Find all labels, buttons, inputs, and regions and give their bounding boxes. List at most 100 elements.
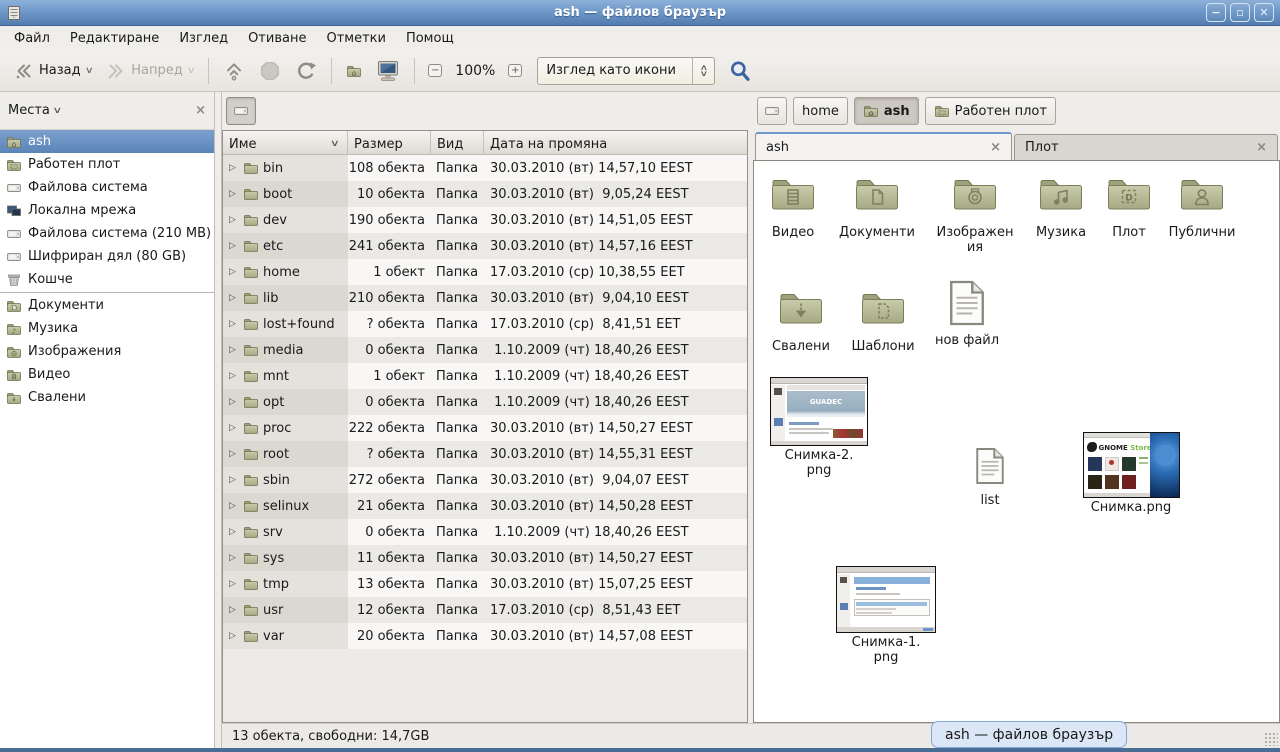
table-row[interactable]: ▷selinux21 обектаПапка30.03.2010 (вт) 14… bbox=[223, 493, 747, 519]
sidebar-item-music[interactable]: ♪ Музика bbox=[0, 317, 214, 340]
expander-icon[interactable]: ▷ bbox=[226, 501, 239, 511]
list-item[interactable]: Публични bbox=[1160, 171, 1244, 241]
table-row[interactable]: ▷tmp13 обектаПапка30.03.2010 (вт) 15,07,… bbox=[223, 571, 747, 597]
expander-icon[interactable]: ▷ bbox=[226, 267, 239, 277]
menu-edit[interactable]: Редактиране bbox=[60, 28, 169, 49]
expander-icon[interactable]: ▷ bbox=[226, 293, 239, 303]
table-row[interactable]: ▷lib210 обектаПапка30.03.2010 (вт) 9,04,… bbox=[223, 285, 747, 311]
sidebar-item-video[interactable]: Видео bbox=[0, 363, 214, 386]
expander-icon[interactable]: ▷ bbox=[226, 579, 239, 589]
resize-grip[interactable] bbox=[1264, 732, 1278, 746]
table-row[interactable]: ▷var20 обектаПапка30.03.2010 (вт) 14,57,… bbox=[223, 623, 747, 649]
sidebar-item-encrypted-80gb[interactable]: Шифриран дял (80 GB) bbox=[0, 245, 214, 268]
tab-plot[interactable]: Плот × bbox=[1014, 134, 1278, 160]
list-item[interactable]: Шаблони bbox=[841, 285, 925, 355]
reload-button[interactable] bbox=[289, 56, 323, 86]
list-item[interactable]: D Плот bbox=[1087, 171, 1171, 241]
table-row[interactable]: ▷lost+found? обектаПапка17.03.2010 (ср) … bbox=[223, 311, 747, 337]
table-row[interactable]: ▷home1 обектПапка17.03.2010 (ср) 10,38,5… bbox=[223, 259, 747, 285]
view-mode-select[interactable]: Изглед като икони ∧∨ bbox=[537, 57, 715, 85]
forward-history-dropdown[interactable]: ∨ bbox=[186, 66, 195, 76]
list-item[interactable]: Изображения bbox=[935, 171, 1015, 256]
root-location-button[interactable] bbox=[226, 97, 256, 125]
expander-icon[interactable]: ▷ bbox=[226, 345, 239, 355]
breadcrumb-home-button[interactable]: home bbox=[793, 97, 848, 125]
table-row[interactable]: ▷etc241 обектаПапка30.03.2010 (вт) 14,57… bbox=[223, 233, 747, 259]
table-row[interactable]: ▷opt0 обектаПапка 1.10.2009 (чт) 18,40,2… bbox=[223, 389, 747, 415]
search-button[interactable] bbox=[723, 55, 757, 87]
column-header-date[interactable]: Дата на промяна bbox=[484, 131, 747, 154]
menu-help[interactable]: Помощ bbox=[396, 28, 464, 49]
menu-view[interactable]: Изглед bbox=[169, 28, 238, 49]
expander-icon[interactable]: ▷ bbox=[226, 163, 239, 173]
expander-icon[interactable]: ▷ bbox=[226, 423, 239, 433]
tab-ash[interactable]: ash × bbox=[755, 132, 1012, 160]
list-item[interactable]: GUADEC Снимка-2.png bbox=[767, 377, 871, 479]
sidebar-mode-selector[interactable]: Места ∨ bbox=[8, 103, 61, 118]
tab-close-icon[interactable]: × bbox=[1256, 140, 1267, 155]
list-item[interactable]: Свалени bbox=[759, 285, 843, 355]
sidebar-item-network[interactable]: Локална мрежа bbox=[0, 199, 214, 222]
back-button[interactable]: Назад ∨ bbox=[8, 57, 98, 85]
column-header-type[interactable]: Вид bbox=[431, 131, 484, 154]
column-header-size[interactable]: Размер bbox=[348, 131, 431, 154]
back-history-dropdown[interactable]: ∨ bbox=[84, 66, 93, 76]
home-button[interactable]: ⌂ bbox=[340, 59, 368, 83]
table-row[interactable]: ▷mnt1 обектПапка 1.10.2009 (чт) 18,40,26… bbox=[223, 363, 747, 389]
expander-icon[interactable]: ▷ bbox=[226, 475, 239, 485]
zoom-out-button[interactable]: − bbox=[423, 59, 447, 83]
sidebar-item-desktop[interactable]: Работен плот bbox=[0, 153, 214, 176]
tab-close-icon[interactable]: × bbox=[990, 140, 1001, 155]
column-header-name[interactable]: Име ∨ bbox=[223, 131, 348, 154]
table-row[interactable]: ▷media0 обектаПапка 1.10.2009 (чт) 18,40… bbox=[223, 337, 747, 363]
sidebar-item-home[interactable]: ⌂ ash bbox=[0, 130, 214, 153]
menu-file[interactable]: Файл bbox=[4, 28, 60, 49]
table-row[interactable]: ▷dev190 обектаПапка30.03.2010 (вт) 14,51… bbox=[223, 207, 747, 233]
sidebar-item-filesystem[interactable]: Файлова система bbox=[0, 176, 214, 199]
table-row[interactable]: ▷boot10 обектаПапка30.03.2010 (вт) 9,05,… bbox=[223, 181, 747, 207]
breadcrumb-desktop-button[interactable]: Работен плот bbox=[925, 97, 1056, 125]
expander-icon[interactable]: ▷ bbox=[226, 241, 239, 251]
table-row[interactable]: ▷usr12 обектаПапка17.03.2010 (ср) 8,51,4… bbox=[223, 597, 747, 623]
list-item[interactable]: нов файл bbox=[925, 279, 1009, 349]
expander-icon[interactable]: ▷ bbox=[226, 631, 239, 641]
expander-icon[interactable]: ▷ bbox=[226, 371, 239, 381]
list-item[interactable]: Снимка-1.png bbox=[834, 566, 938, 666]
list-item[interactable]: GNOME Store bbox=[1081, 432, 1181, 516]
list-item[interactable]: list bbox=[950, 445, 1030, 509]
table-row[interactable]: ▷bin108 обектаПапка30.03.2010 (вт) 14,57… bbox=[223, 155, 747, 181]
expander-icon[interactable]: ▷ bbox=[226, 215, 239, 225]
table-row[interactable]: ▷proc222 обектаПапка30.03.2010 (вт) 14,5… bbox=[223, 415, 747, 441]
list-item[interactable]: Документи bbox=[835, 171, 919, 241]
expander-icon[interactable]: ▷ bbox=[226, 449, 239, 459]
expander-icon[interactable]: ▷ bbox=[226, 527, 239, 537]
minimize-button[interactable]: − bbox=[1206, 3, 1226, 22]
sidebar-item-images[interactable]: Изображения bbox=[0, 340, 214, 363]
menu-bookmarks[interactable]: Отметки bbox=[316, 28, 395, 49]
sidebar-item-downloads[interactable]: Свалени bbox=[0, 386, 214, 409]
up-button[interactable] bbox=[217, 56, 251, 86]
menu-go[interactable]: Отиване bbox=[238, 28, 316, 49]
sidebar-item-documents[interactable]: Документи bbox=[0, 294, 214, 317]
table-row[interactable]: ▷root? обектаПапка30.03.2010 (вт) 14,55,… bbox=[223, 441, 747, 467]
sidebar-item-volume-210mb[interactable]: Файлова система (210 MB) bbox=[0, 222, 214, 245]
table-row[interactable]: ▷srv0 обектаПапка 1.10.2009 (чт) 18,40,2… bbox=[223, 519, 747, 545]
expander-icon[interactable]: ▷ bbox=[226, 189, 239, 199]
forward-button[interactable]: Напред ∨ bbox=[100, 57, 200, 85]
close-button[interactable]: ✕ bbox=[1254, 3, 1274, 22]
expander-icon[interactable]: ▷ bbox=[226, 553, 239, 563]
list-item[interactable]: Видео bbox=[753, 171, 835, 241]
table-row[interactable]: ▷sbin272 обектаПапка30.03.2010 (вт) 9,04… bbox=[223, 467, 747, 493]
breadcrumb-ash-button[interactable]: ⌂ ash bbox=[854, 97, 919, 125]
sidebar-splitter[interactable] bbox=[215, 92, 222, 748]
computer-button[interactable] bbox=[370, 55, 406, 87]
expander-icon[interactable]: ▷ bbox=[226, 605, 239, 615]
breadcrumb-root-button[interactable] bbox=[757, 97, 787, 125]
stop-button[interactable] bbox=[253, 56, 287, 86]
sidebar-close-icon[interactable]: × bbox=[195, 103, 206, 118]
expander-icon[interactable]: ▷ bbox=[226, 397, 239, 407]
zoom-in-button[interactable]: + bbox=[503, 59, 527, 83]
expander-icon[interactable]: ▷ bbox=[226, 319, 239, 329]
table-row[interactable]: ▷sys11 обектаПапка30.03.2010 (вт) 14,50,… bbox=[223, 545, 747, 571]
titlebar[interactable]: ash — файлов браузър − ▫ ✕ bbox=[0, 0, 1280, 26]
